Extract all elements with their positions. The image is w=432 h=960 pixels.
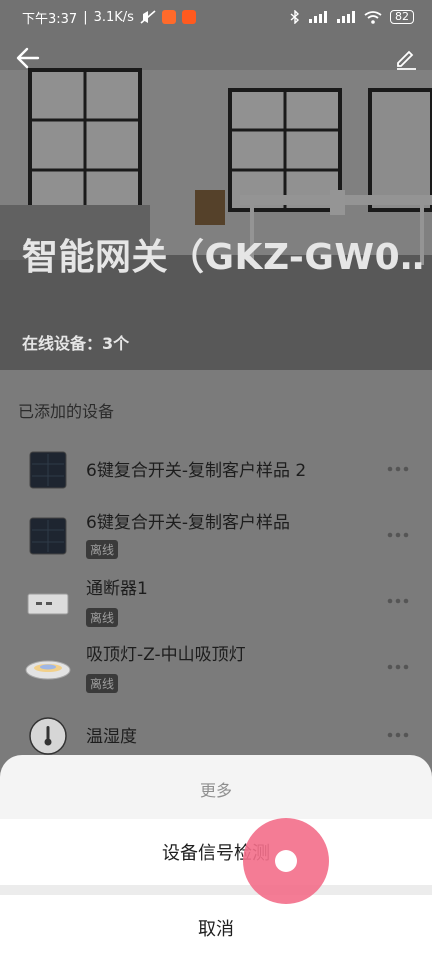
- signal-icon: [309, 11, 327, 23]
- back-button[interactable]: [14, 44, 42, 72]
- bluetooth-icon: [290, 10, 300, 24]
- app-notification-icon: [181, 10, 196, 24]
- device-name: 吸顶灯-Z-中山吸顶灯: [86, 645, 246, 665]
- signal-icon: [337, 11, 355, 23]
- device-name: 温湿度: [86, 727, 137, 747]
- thermometer-icon: [29, 717, 67, 755]
- switch-panel-icon: [29, 451, 67, 489]
- device-name: 通断器1: [86, 579, 148, 599]
- battery-indicator: 82: [390, 10, 414, 24]
- ceiling-light-icon: [25, 660, 71, 680]
- device-item[interactable]: 通断器1 离线: [0, 572, 432, 632]
- relay-module-icon: [27, 593, 69, 615]
- device-item[interactable]: 6键复合开关-复制客户样品 2: [0, 442, 432, 502]
- more-bottom-sheet: 更多 设备信号检测 取消: [0, 755, 432, 960]
- offline-badge: 离线: [86, 674, 119, 693]
- sheet-title: 更多: [199, 781, 232, 800]
- app-notification-icon: [161, 10, 176, 24]
- signal-check-option[interactable]: 设备信号检测: [0, 819, 432, 885]
- more-dots-icon[interactable]: [386, 464, 410, 474]
- online-devices-count: 在线设备：3个: [22, 334, 130, 353]
- device-item[interactable]: 吸顶灯-Z-中山吸顶灯 离线: [0, 638, 432, 698]
- device-item[interactable]: 6键复合开关-复制客户样品 离线: [0, 506, 432, 566]
- device-name: 6键复合开关-复制客户样品 2: [86, 461, 307, 481]
- more-dots-icon[interactable]: [386, 730, 410, 740]
- mute-icon: [140, 10, 156, 24]
- status-bar: 下午3:37 | 3.1K/s 82: [0, 0, 432, 34]
- touch-indicator: [243, 818, 329, 904]
- gateway-title: 智能网关（GKZ-GW0…: [22, 237, 422, 278]
- more-dots-icon[interactable]: [386, 662, 410, 672]
- more-dots-icon[interactable]: [386, 530, 410, 540]
- section-title: 已添加的设备: [18, 402, 115, 421]
- sheet-divider: [0, 885, 432, 895]
- network-speed: 3.1K/s: [93, 9, 134, 25]
- switch-panel-icon: [29, 517, 67, 555]
- status-time: 下午3:37: [22, 11, 78, 27]
- cancel-button[interactable]: 取消: [0, 895, 432, 960]
- wifi-icon: [364, 10, 382, 24]
- edit-button[interactable]: [394, 46, 418, 70]
- device-name: 6键复合开关-复制客户样品: [86, 513, 290, 533]
- gateway-header: 智能网关（GKZ-GW0… 在线设备：3个: [0, 0, 432, 370]
- more-dots-icon[interactable]: [386, 596, 410, 606]
- offline-badge: 离线: [86, 540, 119, 559]
- offline-badge: 离线: [86, 608, 119, 627]
